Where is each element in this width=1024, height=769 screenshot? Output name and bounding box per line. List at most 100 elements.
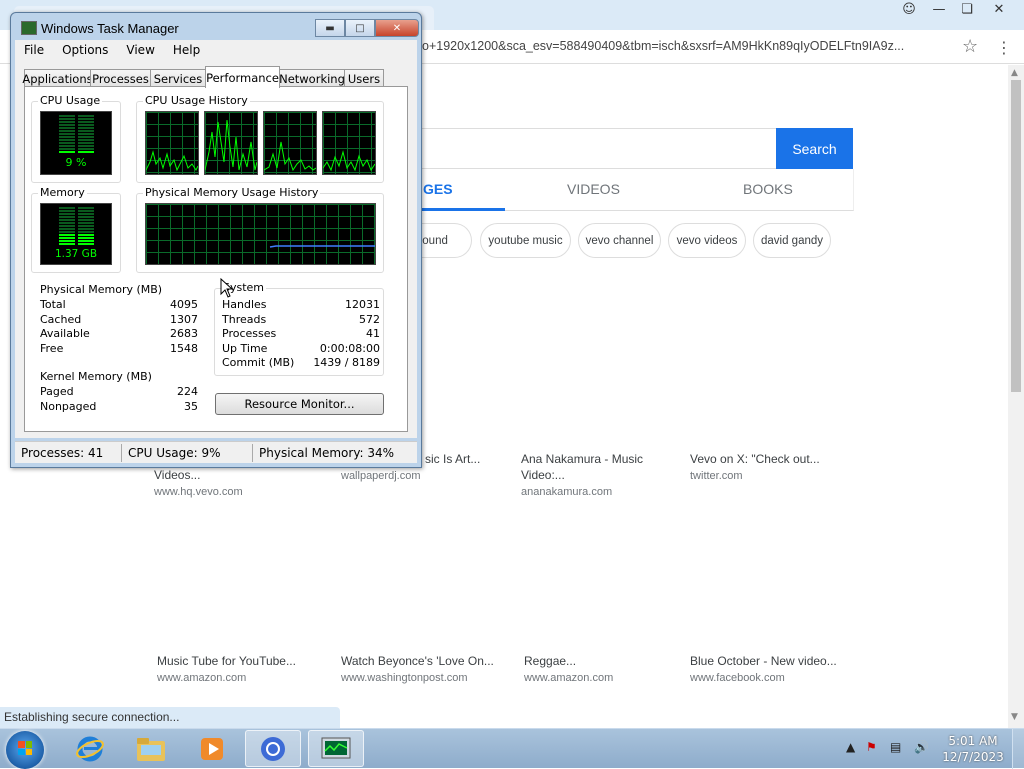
close-button[interactable]: ✕ [375,19,419,37]
result-source[interactable]: www.facebook.com [690,672,785,684]
meter-segment [78,228,94,230]
result-source[interactable]: www.amazon.com [524,672,613,684]
media-player-icon[interactable] [184,730,240,767]
result-title[interactable]: Reggae... [524,654,576,668]
menu-view[interactable]: View [117,43,163,57]
restore-icon[interactable]: ❏ [953,0,981,18]
file-explorer-icon[interactable] [123,730,179,767]
resource-monitor-button[interactable]: Resource Monitor... [215,393,384,415]
result-title[interactable]: Ana Nakamura - Music [521,452,643,466]
stat-name: Commit (MB) [222,356,295,369]
tab-videos[interactable]: VIDEOS [567,181,620,197]
internet-explorer-icon[interactable] [62,730,118,767]
result-title[interactable]: Music Tube for YouTube... [157,654,296,668]
meter-segment [59,136,75,138]
result-title[interactable]: Watch Beyonce's 'Love On... [341,654,494,668]
network-icon[interactable]: ▤ [890,740,901,754]
meter-segment [78,130,94,132]
chip-david-gandy[interactable]: david gandy [753,223,831,258]
tab-books[interactable]: BOOKS [743,181,793,197]
meter-segment [78,237,94,239]
tab-images[interactable]: GES [423,181,453,197]
scroll-down-arrow-icon[interactable]: ▼ [1011,712,1018,722]
meter-segment [78,222,94,224]
volume-icon[interactable]: 🔊 [914,740,929,754]
scroll-up-arrow-icon[interactable]: ▲ [1011,68,1018,78]
chip-vevo-videos[interactable]: vevo videos [668,223,746,258]
stat-name: Up Time [222,341,268,355]
stat-row: Total 4095 [40,298,198,313]
stat-name: Processes [222,327,277,340]
result-title[interactable]: Blue October - New video... [690,654,837,668]
tab-services[interactable]: Services [150,69,206,87]
stat-row: Nonpaged 35 [40,400,198,415]
memory-history-group: Physical Memory Usage History [136,186,384,273]
meter-segment [78,240,94,242]
status-cpu: CPU Usage: 9% [128,446,221,460]
tab-performance[interactable]: Performance [205,66,280,88]
meter-segment [78,115,94,117]
tab-users[interactable]: Users [344,69,384,87]
memory-history-graph [145,203,376,265]
show-hidden-icons-icon[interactable]: ▲ [846,740,855,754]
memory-label: Memory [38,186,87,199]
cpu-core-graph [322,111,376,175]
search-input[interactable] [380,128,776,169]
result-source[interactable]: wallpaperdj.com [341,470,420,482]
menu-options[interactable]: Options [53,43,117,57]
task-manager-taskbar-icon[interactable] [308,730,364,767]
chip-vevo-channel[interactable]: vevo channel [578,223,661,258]
meter-segment [78,148,94,150]
minimize-button[interactable]: ▬ [315,19,345,37]
cpu-history-group: CPU Usage History [136,94,384,183]
chrome-taskbar-icon[interactable] [245,730,301,767]
system-clock[interactable]: 5:01 AM 12/7/2023 [940,733,1006,765]
close-icon[interactable]: ✕ [985,0,1013,18]
result-source[interactable]: www.hq.vevo.com [154,486,243,498]
chip-youtube-music[interactable]: youtube music [480,223,571,258]
stat-row: Commit (MB) 1439 / 8189 [222,356,380,371]
meter-segment [78,118,94,120]
meter-segment [78,210,94,212]
scrollbar-thumb[interactable] [1011,80,1021,392]
cpu-usage-meter: 9 % [40,111,112,175]
minimize-icon[interactable]: — [925,0,953,18]
mouse-cursor-icon [220,278,234,298]
show-desktop-button[interactable] [1012,729,1024,769]
bookmark-star-icon[interactable]: ☆ [962,36,978,57]
browser-menu-icon[interactable]: ⋮ [996,38,1012,57]
result-title[interactable]: Videos... [154,468,200,482]
maximize-button[interactable]: □ [345,19,375,37]
meter-segment [59,145,75,147]
result-title-line2[interactable]: Video:... [521,468,565,482]
cpu-usage-value: 9 % [65,156,87,169]
result-source[interactable]: ananakamura.com [521,486,612,498]
result-title[interactable]: sic Is Art... [425,452,480,466]
meter-segment [59,231,75,233]
stat-value: 4095 [170,298,198,311]
meter-segment [59,240,75,242]
search-button[interactable]: Search [776,128,853,169]
menu-help[interactable]: Help [164,43,209,57]
tab-networking[interactable]: Networking [279,69,345,87]
profile-icon[interactable]: ☺ [895,0,923,18]
stat-row: Up Time 0:00:08:00 [222,342,380,357]
result-source[interactable]: www.washingtonpost.com [341,672,468,684]
cpu-usage-label: CPU Usage [38,94,103,107]
result-title[interactable]: Vevo on X: "Check out... [690,452,820,466]
start-button[interactable] [6,731,44,769]
stat-value: 2683 [170,327,198,340]
meter-segment [78,145,94,147]
result-source[interactable]: www.amazon.com [157,672,246,684]
tab-applications[interactable]: Applications [22,69,93,87]
cpu-core-graph [263,111,317,175]
address-url[interactable]: o+1920x1200&sca_esv=588490409&tbm=isch&s… [422,39,952,53]
meter-segment [59,237,75,239]
tab-processes[interactable]: Processes [90,69,151,87]
result-source[interactable]: twitter.com [690,470,743,482]
stat-row: Threads 572 [222,313,380,328]
menu-file[interactable]: File [15,43,53,57]
action-center-icon[interactable]: ⚑ [866,740,877,754]
meter-segment [78,142,94,144]
meter-segment [78,207,94,209]
